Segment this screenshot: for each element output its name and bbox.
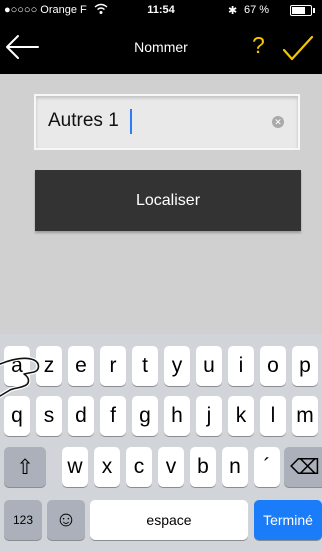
numbers-key[interactable]: 123 [4, 500, 42, 540]
key-e[interactable]: e [68, 346, 94, 386]
status-time: 11:54 [147, 4, 175, 16]
name-input[interactable]: Autres 1 ✕ [34, 94, 300, 150]
content-area: Autres 1 ✕ Localiser [0, 74, 322, 334]
key-u[interactable]: u [196, 346, 222, 386]
key-y[interactable]: y [164, 346, 190, 386]
key-w[interactable]: w [62, 447, 88, 487]
key-p[interactable]: p [292, 346, 318, 386]
key-b[interactable]: b [190, 447, 216, 487]
key-t[interactable]: t [132, 346, 158, 386]
key-o[interactable]: o [260, 346, 286, 386]
emoji-key[interactable]: ☺ [47, 500, 85, 540]
battery-fill [292, 7, 306, 14]
delete-icon: ⌫ [290, 455, 320, 479]
key-n[interactable]: n [222, 447, 248, 487]
name-input-value: Autres 1 [48, 110, 119, 131]
bluetooth-icon: ✱ [228, 5, 238, 17]
key-c[interactable]: c [126, 447, 152, 487]
key-accent[interactable]: ´ [254, 447, 280, 487]
key-g[interactable]: g [132, 396, 158, 436]
key-m[interactable]: m [292, 396, 318, 436]
shift-key[interactable]: ⇧ [4, 447, 46, 487]
emoji-icon: ☺ [55, 508, 77, 531]
key-h[interactable]: h [164, 396, 190, 436]
clear-icon[interactable]: ✕ [272, 116, 284, 128]
space-key[interactable]: espace [90, 500, 248, 540]
delete-key[interactable]: ⌫ [284, 447, 322, 487]
key-l[interactable]: l [260, 396, 286, 436]
locate-button[interactable]: Localiser [35, 170, 301, 231]
finger-hint-icon [0, 356, 41, 398]
key-i[interactable]: i [228, 346, 254, 386]
key-j[interactable]: j [196, 396, 222, 436]
battery-icon [290, 5, 315, 16]
key-x[interactable]: x [94, 447, 120, 487]
key-k[interactable]: k [228, 396, 254, 436]
shift-icon: ⇧ [16, 455, 34, 479]
help-button[interactable]: ? [252, 32, 265, 59]
key-r[interactable]: r [100, 346, 126, 386]
confirm-button[interactable] [280, 28, 316, 66]
key-v[interactable]: v [158, 447, 184, 487]
checkmark-icon [282, 35, 314, 61]
key-f[interactable]: f [100, 396, 126, 436]
battery-percent: 67 % [244, 4, 270, 16]
key-d[interactable]: d [68, 396, 94, 436]
done-key[interactable]: Terminé [254, 500, 322, 540]
nav-bar: Nommer ? [0, 20, 322, 74]
page-title: Nommer [134, 39, 188, 55]
status-bar: ●○○○○ Orange F 11:54 ✱ 67 % [0, 0, 322, 20]
text-cursor [130, 109, 132, 134]
